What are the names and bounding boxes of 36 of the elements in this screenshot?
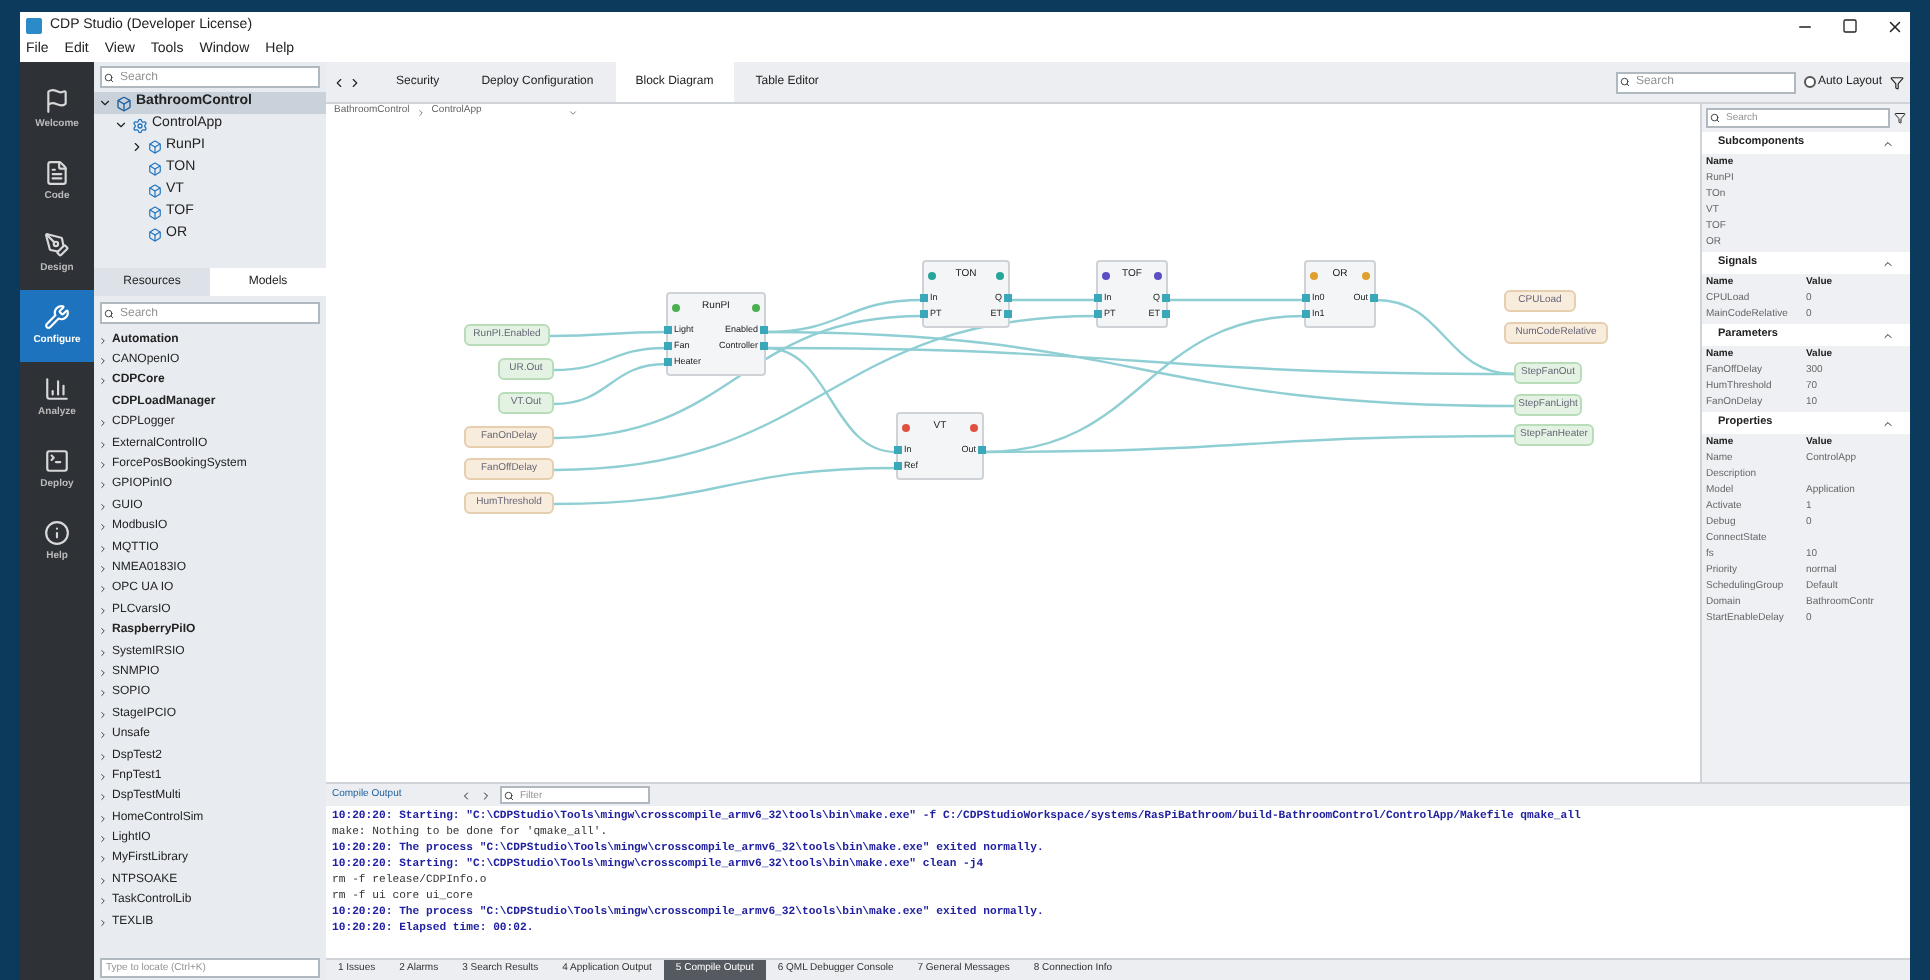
previous-icon[interactable] xyxy=(460,789,472,801)
flag-icon xyxy=(44,87,70,114)
search-icon xyxy=(104,72,114,82)
separator-icon xyxy=(415,107,426,117)
collapse-icon[interactable] xyxy=(1882,137,1894,149)
search-icon xyxy=(1710,113,1720,123)
app-icon xyxy=(26,18,42,34)
block-icon xyxy=(148,140,162,154)
info-icon xyxy=(44,519,70,546)
next-icon[interactable] xyxy=(480,789,492,801)
block-icon xyxy=(148,228,162,242)
connection-line xyxy=(1168,298,1304,302)
block-icon xyxy=(148,206,162,220)
search-icon xyxy=(504,790,514,800)
connection-line xyxy=(1010,298,1096,302)
terminal-icon xyxy=(44,447,70,474)
collapse-icon[interactable] xyxy=(1882,257,1894,269)
dropdown-icon[interactable] xyxy=(567,107,578,117)
close-icon[interactable] xyxy=(1886,17,1904,35)
maximize-icon[interactable] xyxy=(1842,18,1858,34)
wrench-icon xyxy=(44,303,70,330)
chart-icon xyxy=(44,375,70,402)
filter-icon[interactable] xyxy=(1894,112,1906,124)
pen-icon xyxy=(44,231,70,258)
collapse-icon[interactable] xyxy=(1882,329,1894,341)
block-icon xyxy=(148,184,162,198)
block-icon xyxy=(148,162,162,176)
filter-icon[interactable] xyxy=(1890,75,1904,89)
document-icon xyxy=(44,159,70,186)
system-icon xyxy=(116,95,132,111)
search-icon xyxy=(104,308,114,318)
back-icon[interactable] xyxy=(332,75,346,89)
forward-icon[interactable] xyxy=(348,75,362,89)
gear-icon xyxy=(132,117,148,133)
collapse-icon[interactable] xyxy=(1882,417,1894,429)
search-icon xyxy=(1619,77,1630,87)
